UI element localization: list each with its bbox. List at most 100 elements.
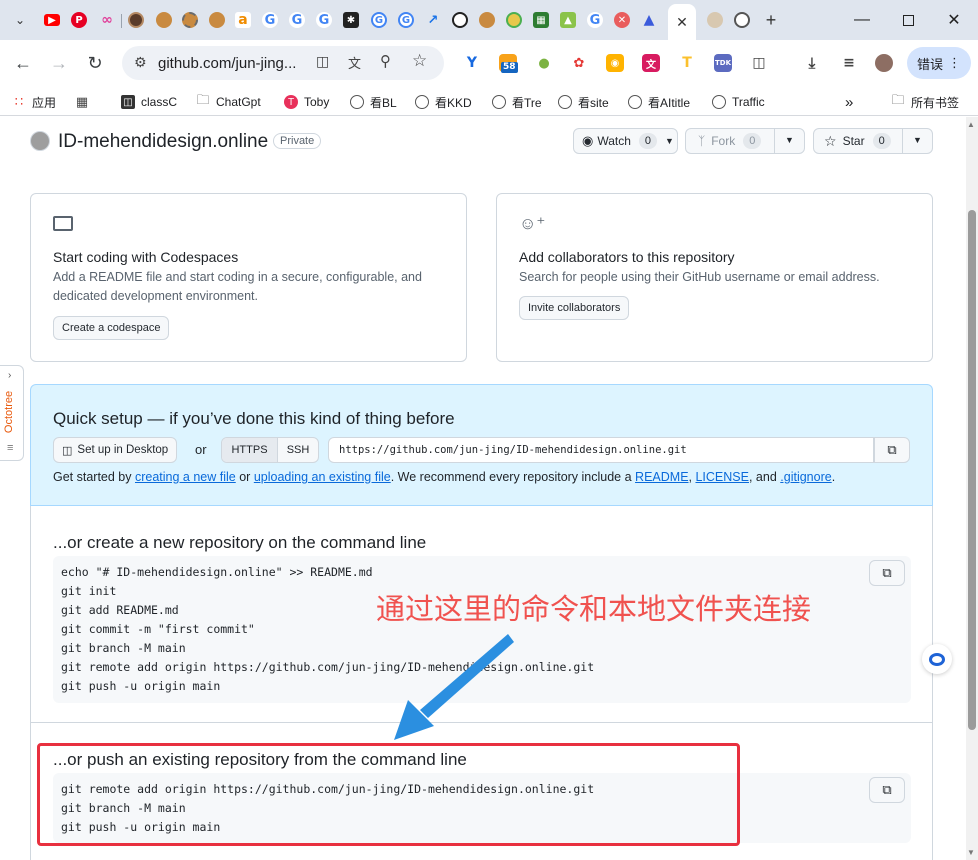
ssh-tab[interactable]: SSH <box>278 438 318 462</box>
tab-item[interactable] <box>448 6 472 34</box>
tab-item[interactable]: ▦ <box>529 6 553 34</box>
tab-translate[interactable]: G <box>394 6 418 34</box>
tab-item[interactable]: ✱ <box>339 6 363 34</box>
download-icon[interactable]: ⤓ <box>803 54 821 72</box>
forward-button[interactable]: → <box>45 49 73 77</box>
scroll-up-icon[interactable]: ▲ <box>967 120 975 129</box>
create-codespace-button[interactable]: Create a codespace <box>53 316 170 340</box>
hint-text: . <box>831 470 836 484</box>
setup-in-desktop-button[interactable]: ◫ Set up in Desktop <box>53 437 178 463</box>
floating-assistant-button[interactable] <box>922 644 952 674</box>
tab-item[interactable]: ✕ <box>610 6 634 34</box>
tab-translate[interactable]: G <box>367 6 391 34</box>
tab-item[interactable] <box>730 6 754 34</box>
tab-item[interactable]: ▲ <box>637 6 661 34</box>
site-settings-icon[interactable]: ⚙ <box>134 54 147 71</box>
tab-item[interactable] <box>475 6 499 34</box>
address-bar[interactable]: ⚙ github.com/jun-jing... ◫ 文 ⚲ ☆ <box>122 46 444 80</box>
extension-icon[interactable]: 文 <box>642 54 660 72</box>
extension-icon[interactable]: ◉ <box>606 54 624 72</box>
bookmark-tre[interactable]: 看Tre <box>492 93 542 111</box>
bookmark-traffic[interactable]: Traffic <box>712 93 765 111</box>
repo-name[interactable]: ID-mehendidesign.online <box>58 131 268 153</box>
caret-down-icon[interactable]: ▼ <box>785 135 794 145</box>
bookmark-site[interactable]: 看site <box>558 93 609 111</box>
bookmark-kkd[interactable]: 看KKD <box>415 93 472 111</box>
https-tab[interactable]: HTTPS <box>222 438 278 462</box>
creating-new-file-link[interactable]: creating a new file <box>135 470 236 484</box>
profile-error-button[interactable]: 错误 ⋮ <box>907 47 971 79</box>
tab-pinterest[interactable]: P <box>67 6 91 34</box>
bookmarks-overflow-button[interactable]: » <box>845 93 853 111</box>
scrollbar-thumb[interactable] <box>968 210 976 730</box>
zoom-icon[interactable]: ⚲ <box>380 52 391 70</box>
license-link[interactable]: LICENSE <box>695 470 749 484</box>
copy-push-commands-button[interactable]: ⧉ <box>869 777 905 803</box>
translate-page-icon[interactable]: 文 <box>348 53 361 72</box>
bookmark-bl[interactable]: 看BL <box>350 93 397 111</box>
rss-extension-icon[interactable]: 58 <box>499 54 518 73</box>
bookmark-classc[interactable]: ◫ classC <box>121 93 177 111</box>
google-icon: G <box>316 12 332 28</box>
gitignore-link[interactable]: .gitignore <box>780 470 831 484</box>
extension-icon[interactable]: T <box>678 54 696 72</box>
star-button[interactable]: ☆ Star 0 ▼ <box>813 128 933 154</box>
tab-item[interactable] <box>124 6 148 34</box>
extension-icon[interactable]: ● <box>535 54 553 72</box>
upload-file-link[interactable]: uploading an existing file <box>254 470 391 484</box>
bookmark-chatgpt[interactable]: 🗀 ChatGpt <box>196 92 260 111</box>
new-tab-button[interactable]: + <box>759 6 783 34</box>
avatar[interactable] <box>875 54 893 72</box>
watch-button[interactable]: ◉ Watch 0 ▼ <box>573 128 678 154</box>
scroll-down-icon[interactable]: ▼ <box>967 848 975 857</box>
bookmark-aititle[interactable]: 看AItitle <box>628 93 690 111</box>
tab-amazon[interactable]: a <box>231 6 255 34</box>
tab-google[interactable]: G <box>285 6 309 34</box>
bookmark-grid[interactable]: ▦ <box>75 93 95 111</box>
tab-youtube[interactable]: ▶ <box>40 6 64 34</box>
bookmark-toby[interactable]: T Toby <box>284 93 329 111</box>
folder-icon: 🗀 <box>196 92 210 107</box>
tab-google[interactable]: G <box>312 6 336 34</box>
copy-url-button[interactable]: ⧉ <box>874 437 910 463</box>
back-button[interactable]: ← <box>9 49 37 77</box>
media-icon[interactable]: ≡ <box>840 54 858 72</box>
bookmark-label: 看site <box>578 95 609 110</box>
tab-item[interactable] <box>152 6 176 34</box>
reload-button[interactable]: ↻ <box>81 49 109 77</box>
fork-button[interactable]: ᛉ Fork 0 ▼ <box>685 128 805 154</box>
tab-item[interactable] <box>703 6 727 34</box>
caret-down-icon[interactable]: ▼ <box>913 135 922 145</box>
readme-link[interactable]: README <box>635 470 688 484</box>
watch-label: Watch <box>597 134 631 148</box>
maximize-button[interactable] <box>888 8 928 32</box>
octotree-toggle[interactable]: › Octotree ≡ <box>0 365 24 461</box>
tab-icon: ✱ <box>343 12 359 28</box>
tab-google[interactable]: G <box>583 6 607 34</box>
apps-icon: ∷ <box>14 94 24 109</box>
url-text[interactable]: github.com/jun-jing... <box>158 55 296 72</box>
tab-item[interactable] <box>502 6 526 34</box>
tab-item[interactable] <box>205 6 229 34</box>
minimize-button[interactable]: — <box>842 8 882 32</box>
desktop-button-label: Set up in Desktop <box>77 444 169 456</box>
tab-item[interactable] <box>178 6 202 34</box>
tab-trends[interactable]: ↗ <box>421 6 445 34</box>
tab-search-button[interactable]: ⌄ <box>8 6 32 34</box>
tab-item[interactable]: ▲ <box>556 6 580 34</box>
install-app-icon[interactable]: ◫ <box>316 53 329 70</box>
extension-icon[interactable]: ✿ <box>570 54 588 72</box>
tdk-extension-icon[interactable]: TDK <box>714 54 732 72</box>
all-bookmarks[interactable]: 🗀 所有书签 <box>891 92 959 111</box>
bookmark-apps[interactable]: ∷ 应用 <box>12 93 56 111</box>
clone-url-input[interactable]: https://github.com/jun-jing/ID-mehendide… <box>328 437 874 463</box>
puzzle-icon[interactable]: ◫ <box>750 54 768 72</box>
tab-butterfly[interactable]: ∞ <box>95 6 119 34</box>
tab-google[interactable]: G <box>258 6 282 34</box>
invite-collaborators-button[interactable]: Invite collaborators <box>519 296 630 320</box>
close-window-button[interactable]: ✕ <box>934 8 974 32</box>
active-tab[interactable]: ✕ <box>668 4 696 40</box>
extension-icon[interactable]: Y <box>463 54 481 72</box>
copy-create-commands-button[interactable]: ⧉ <box>869 560 905 586</box>
star-icon[interactable]: ☆ <box>412 51 427 71</box>
